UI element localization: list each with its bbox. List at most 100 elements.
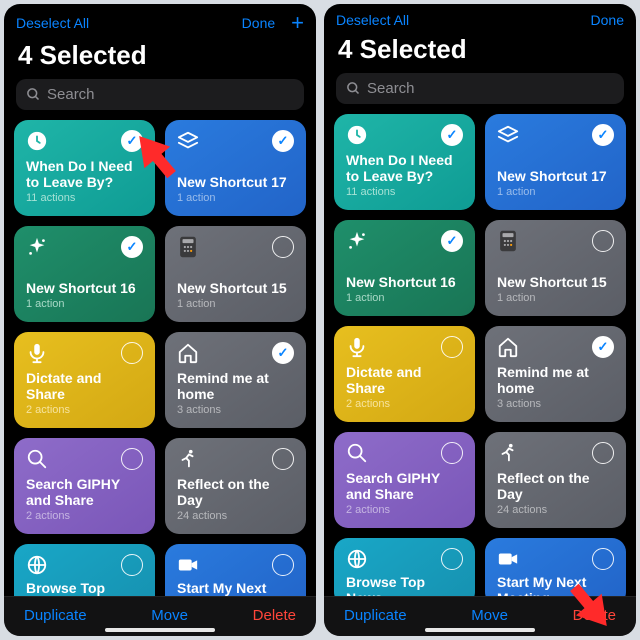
shortcut-action-count: 2 actions (26, 404, 143, 416)
deselect-all-button[interactable]: Deselect All (336, 12, 409, 28)
shortcut-name: Dictate and Share (346, 364, 463, 396)
deselect-all-button[interactable]: Deselect All (16, 15, 89, 31)
shortcut-name: When Do I Need to Leave By? (26, 158, 143, 190)
shortcut-name: Browse Top News (26, 580, 143, 596)
search-icon (346, 442, 368, 464)
runner-icon (177, 448, 199, 470)
selection-indicator[interactable] (441, 230, 463, 252)
globe-icon (346, 548, 368, 570)
shortcut-card[interactable]: New Shortcut 17 1 action (165, 120, 306, 216)
shortcut-action-count: 2 actions (26, 510, 143, 522)
shortcut-card[interactable]: Reflect on the Day24 actions (485, 432, 626, 528)
clock-icon (346, 124, 368, 146)
selection-indicator[interactable] (272, 130, 294, 152)
selection-indicator[interactable] (121, 342, 143, 364)
move-button[interactable]: Move (471, 607, 508, 624)
shortcut-action-count: 24 actions (497, 504, 614, 516)
shortcut-card[interactable]: New Shortcut 171 action (485, 114, 626, 210)
home-icon (177, 342, 199, 364)
selection-indicator[interactable] (441, 336, 463, 358)
shortcut-action-count: 2 actions (346, 504, 463, 516)
selection-indicator[interactable] (272, 236, 294, 258)
selection-indicator[interactable] (441, 442, 463, 464)
shortcut-name: When Do I Need to Leave By? (346, 152, 463, 184)
shortcut-action-count: 11 actions (346, 186, 463, 198)
shortcut-action-count: 3 actions (497, 398, 614, 410)
selection-indicator[interactable] (592, 336, 614, 358)
shortcut-card[interactable]: New Shortcut 16 1 action (14, 226, 155, 322)
page-title: 4 Selected (4, 38, 316, 79)
move-button[interactable]: Move (151, 607, 188, 624)
shortcut-card[interactable]: When Do I Need to Leave By?11 actions (14, 120, 155, 216)
selection-indicator[interactable] (121, 554, 143, 576)
duplicate-button[interactable]: Duplicate (344, 607, 407, 624)
shortcut-card[interactable]: New Shortcut 15 1 action (165, 226, 306, 322)
mic-icon (346, 336, 368, 358)
done-button[interactable]: Done (591, 12, 624, 28)
delete-button[interactable]: Delete (253, 607, 296, 624)
shortcut-name: Reflect on the Day (177, 476, 294, 508)
shortcut-name: Browse Top News (346, 574, 463, 596)
shortcut-card[interactable]: New Shortcut 161 action (334, 220, 475, 316)
shortcut-card[interactable]: Browse Top News (14, 544, 155, 596)
selection-indicator[interactable] (272, 342, 294, 364)
shortcut-name: New Shortcut 15 (497, 274, 614, 290)
shortcut-card[interactable]: When Do I Need to Leave By? 11 actions (334, 114, 475, 210)
search-icon (26, 448, 48, 470)
search-input[interactable]: Search (336, 73, 624, 104)
shortcut-name: Start My Next Meeting (497, 574, 614, 596)
shortcut-card[interactable]: Remind me at home 3 actions (485, 326, 626, 422)
shortcut-action-count: 1 action (26, 298, 143, 310)
selection-indicator[interactable] (121, 130, 143, 152)
shortcut-name: Start My Next Meeting (177, 580, 294, 596)
selection-indicator[interactable] (592, 442, 614, 464)
shortcut-action-count: 24 actions (177, 510, 294, 522)
topbar: Deselect All Done + (4, 4, 316, 38)
shortcut-action-count: 1 action (177, 192, 294, 204)
search-placeholder: Search (367, 80, 415, 97)
shortcut-name: Dictate and Share (26, 370, 143, 402)
shortcuts-grid-right: When Do I Need to Leave By? 11 actions New… (324, 114, 636, 596)
selection-indicator[interactable] (272, 448, 294, 470)
shortcut-card[interactable]: Start My Next Meeting (165, 544, 306, 596)
shortcut-card[interactable]: Remind me at home3 actions (165, 332, 306, 428)
shortcut-name: New Shortcut 17 (497, 168, 614, 184)
done-button[interactable]: Done (242, 15, 275, 31)
shortcut-card[interactable]: New Shortcut 15 1 action (485, 220, 626, 316)
selection-indicator[interactable] (121, 236, 143, 258)
search-placeholder: Search (47, 86, 95, 103)
selection-indicator[interactable] (592, 230, 614, 252)
stack-icon (497, 124, 519, 146)
add-button[interactable]: + (291, 12, 304, 34)
shortcut-card[interactable]: Browse Top News (334, 538, 475, 596)
selection-indicator[interactable] (121, 448, 143, 470)
shortcut-card[interactable]: Dictate and Share 2 actions (14, 332, 155, 428)
shortcut-action-count: 2 actions (346, 398, 463, 410)
duplicate-button[interactable]: Duplicate (24, 607, 87, 624)
shortcut-action-count: 1 action (497, 292, 614, 304)
shortcut-card[interactable]: Start My Next Meeting (485, 538, 626, 596)
shortcut-name: New Shortcut 15 (177, 280, 294, 296)
shortcuts-grid-left: When Do I Need to Leave By?11 actionsNew… (4, 120, 316, 596)
shortcut-card[interactable]: Search GIPHY and Share 2 actions (334, 432, 475, 528)
shortcut-name: New Shortcut 16 (26, 280, 143, 296)
video-icon (497, 548, 519, 570)
selection-indicator[interactable] (592, 124, 614, 146)
shortcut-card[interactable]: Reflect on the Day 24 actions (165, 438, 306, 534)
search-icon (26, 87, 41, 102)
selection-indicator[interactable] (441, 124, 463, 146)
shortcut-name: Search GIPHY and Share (346, 470, 463, 502)
selection-indicator[interactable] (592, 548, 614, 570)
shortcut-card[interactable]: Search GIPHY and Share2 actions (14, 438, 155, 534)
search-input[interactable]: Search (16, 79, 304, 110)
shortcut-name: Remind me at home (497, 364, 614, 396)
selection-indicator[interactable] (441, 548, 463, 570)
phone-right: Deselect All Done 4 Selected Search When… (324, 4, 636, 636)
sparkle-icon (26, 236, 48, 258)
selection-indicator[interactable] (272, 554, 294, 576)
calculator-icon (177, 236, 199, 258)
delete-button[interactable]: Delete (573, 607, 616, 624)
shortcut-action-count: 1 action (177, 298, 294, 310)
shortcut-name: New Shortcut 17 (177, 174, 294, 190)
shortcut-card[interactable]: Dictate and Share 2 actions (334, 326, 475, 422)
